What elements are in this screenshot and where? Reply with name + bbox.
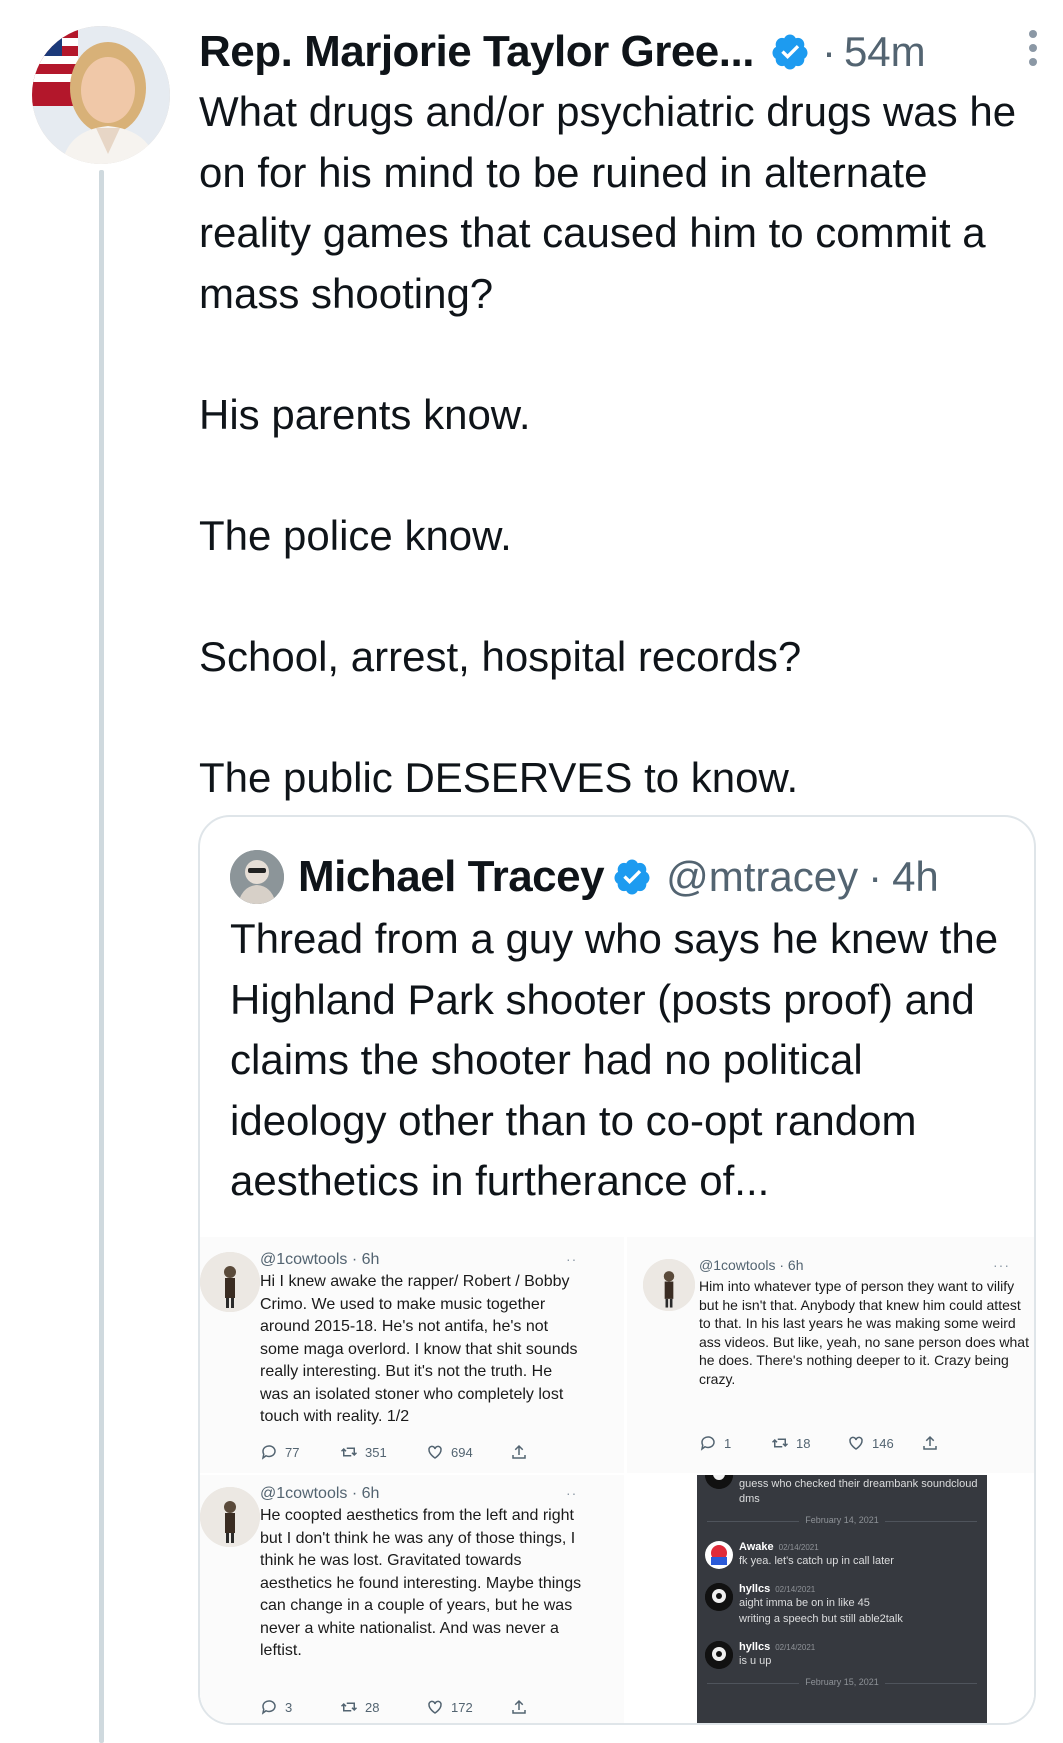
discord-message-text: fk yea. let's catch up in call later	[739, 1555, 894, 1567]
quoted-tweet-card[interactable]: Michael Tracey @mtracey · 4h Thread from…	[198, 815, 1036, 1725]
more-options-icon: ···	[993, 1257, 1010, 1273]
reply-count: 77	[285, 1444, 300, 1460]
avatar	[705, 1583, 733, 1611]
tweet-timestamp[interactable]: 54m	[844, 28, 926, 76]
reply-icon: 1	[699, 1434, 731, 1452]
quoted-tweet-text: Thread from a guy who says he knew the H…	[230, 915, 999, 1204]
media-screenshot-4[interactable]: guess who checked their dreambank soundc…	[627, 1475, 1034, 1723]
discord-message-text: writing a speech but still able2talk	[739, 1613, 903, 1625]
like-icon: 694	[426, 1443, 473, 1461]
media-screenshot-2[interactable]: @1cowtools · 6h ··· Him into whatever ty…	[627, 1237, 1034, 1473]
avatar	[643, 1259, 695, 1311]
date-divider-label: February 15, 2021	[697, 1677, 987, 1687]
avatar	[200, 1252, 260, 1312]
reply-count: 3	[285, 1699, 293, 1715]
discord-message-header: hyllcs 02/14/2021	[739, 1641, 815, 1653]
screenshot-actions: 77 351 694	[260, 1442, 560, 1462]
media-screenshot-3[interactable]: @1cowtools · 6h ·· He coopted aesthetics…	[200, 1475, 624, 1723]
quoted-author-name[interactable]: Michael Tracey	[298, 852, 605, 902]
retweet-icon: 18	[771, 1434, 810, 1452]
discord-message-text: is u up	[739, 1655, 772, 1667]
more-options-icon: ··	[566, 1251, 578, 1267]
avatar	[705, 1641, 733, 1669]
retweet-count: 351	[365, 1444, 387, 1460]
retweet-count: 28	[365, 1699, 380, 1715]
tweet-paragraph: What drugs and/or psychiatric drugs was …	[199, 88, 1017, 317]
thread-connector-line	[99, 170, 104, 1743]
discord-message-header: Awake 02/14/2021	[739, 1541, 819, 1553]
discord-timestamp: 02/14/2021	[778, 1543, 819, 1552]
discord-message-text: aight imma be on in like 45	[739, 1597, 870, 1609]
share-icon	[510, 1443, 535, 1461]
discord-message-text: guess who checked their dreambank soundc…	[739, 1478, 978, 1505]
verified-badge-icon	[612, 857, 652, 897]
discord-username: hyllcs	[739, 1583, 771, 1595]
quoted-author-avatar[interactable]	[230, 850, 284, 904]
media-screenshot-1[interactable]: @1cowtools · 6h ·· Hi I knew awake the r…	[200, 1237, 624, 1473]
screenshot-actions: 3 28 172	[260, 1697, 560, 1717]
tweet-paragraph: His parents know.	[199, 390, 531, 438]
share-icon	[510, 1698, 535, 1716]
reply-icon: 3	[260, 1698, 292, 1716]
avatar	[200, 1487, 260, 1547]
meta-separator: ·	[868, 853, 883, 900]
more-options-icon[interactable]	[1027, 30, 1039, 66]
retweet-icon: 351	[340, 1443, 387, 1461]
like-icon: 172	[426, 1698, 473, 1716]
tweet-header: Rep. Marjorie Taylor Gree... · 54m	[199, 22, 1039, 82]
screenshot-handle: @1cowtools · 6h	[260, 1251, 380, 1268]
retweet-count: 18	[796, 1435, 811, 1451]
more-options-icon: ··	[566, 1485, 578, 1501]
screenshot-handle: @1cowtools · 6h	[260, 1485, 380, 1502]
screenshot-tweet: @1cowtools · 6h ··· Him into whatever ty…	[627, 1237, 1034, 1473]
screenshot-tweet: @1cowtools · 6h ·· He coopted aesthetics…	[200, 1475, 624, 1723]
like-count: 146	[872, 1435, 894, 1451]
avatar	[705, 1475, 733, 1489]
screenshot-text: Hi I knew awake the rapper/ Robert / Bob…	[260, 1273, 578, 1425]
meta-separator: ·	[821, 28, 836, 75]
discord-timestamp: 02/14/2021	[775, 1643, 816, 1652]
share-icon	[921, 1434, 946, 1452]
retweet-icon: 28	[340, 1698, 379, 1716]
discord-message-header: hyllcs 02/14/2021	[739, 1583, 815, 1595]
screenshot-text: Him into whatever type of person they wa…	[699, 1278, 1029, 1387]
screenshot-text: He coopted aesthetics from the left and …	[260, 1507, 582, 1659]
screenshot-actions: 1 18 146	[699, 1433, 999, 1453]
quoted-media-grid[interactable]: @1cowtools · 6h ·· Hi I knew awake the r…	[200, 1237, 1034, 1723]
like-count: 694	[451, 1444, 473, 1460]
tweet-paragraph: The public DESERVES to know.	[199, 753, 799, 801]
date-divider-label: February 14, 2021	[697, 1515, 987, 1525]
discord-username: Awake	[739, 1541, 774, 1553]
reply-count: 1	[724, 1435, 732, 1451]
discord-username: hyllcs	[739, 1641, 771, 1653]
tweet-paragraph: The police know.	[199, 511, 512, 559]
tweet-paragraph: School, arrest, hospital records?	[199, 632, 802, 680]
discord-timestamp: 02/14/2021	[775, 1585, 816, 1594]
author-avatar[interactable]	[32, 26, 170, 164]
quoted-tweet-timestamp[interactable]: 4h	[892, 853, 939, 901]
like-icon: 146	[847, 1434, 894, 1452]
quoted-tweet-header: Michael Tracey @mtracey · 4h	[230, 847, 939, 907]
screenshot-handle: @1cowtools · 6h	[699, 1257, 804, 1273]
verified-badge-icon	[770, 32, 810, 72]
screenshot-tweet: @1cowtools · 6h ·· Hi I knew awake the r…	[200, 1237, 624, 1473]
like-count: 172	[451, 1699, 473, 1715]
quoted-author-handle[interactable]: @mtracey	[666, 853, 858, 901]
avatar	[705, 1541, 733, 1569]
reply-icon: 77	[260, 1443, 299, 1461]
discord-chat-screenshot: guess who checked their dreambank soundc…	[697, 1475, 987, 1723]
tweet-text: What drugs and/or psychiatric drugs was …	[199, 82, 1044, 808]
author-name[interactable]: Rep. Marjorie Taylor Gree...	[199, 27, 754, 77]
date-label: February 15, 2021	[799, 1677, 885, 1687]
date-label: February 14, 2021	[799, 1515, 885, 1525]
